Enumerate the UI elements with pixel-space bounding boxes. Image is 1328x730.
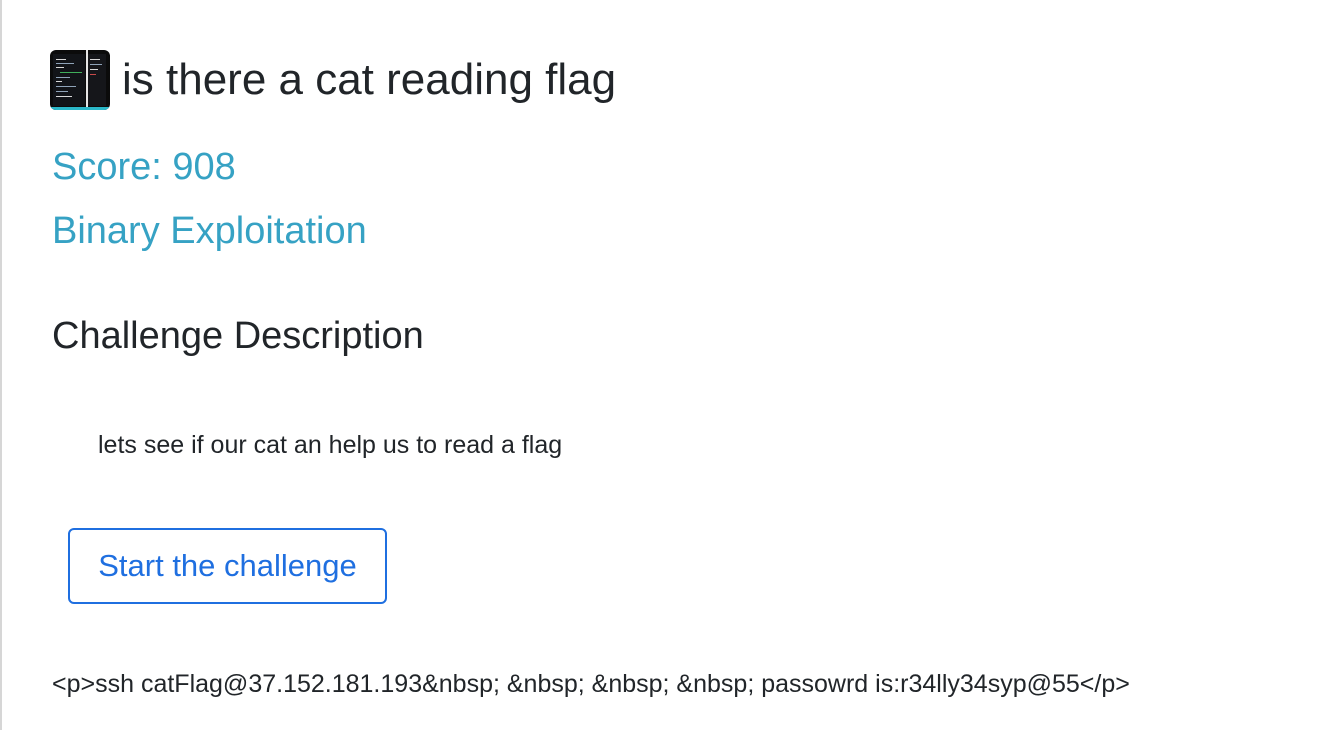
start-challenge-button[interactable]: Start the challenge — [68, 528, 387, 604]
connection-info-text: <p>ssh catFlag@37.152.181.193&nbsp; &nbs… — [52, 670, 1130, 698]
description-heading: Challenge Description — [52, 315, 424, 357]
challenge-page: is there a cat reading flag Score: 908 B… — [0, 0, 1328, 730]
challenge-category: Binary Exploitation — [52, 210, 367, 252]
challenge-header: is there a cat reading flag — [50, 50, 616, 110]
terminal-thumbnail-icon — [50, 50, 110, 110]
challenge-title: is there a cat reading flag — [122, 55, 617, 104]
description-text: lets see if our cat an help us to read a… — [98, 431, 563, 459]
challenge-score: Score: 908 — [52, 146, 236, 188]
